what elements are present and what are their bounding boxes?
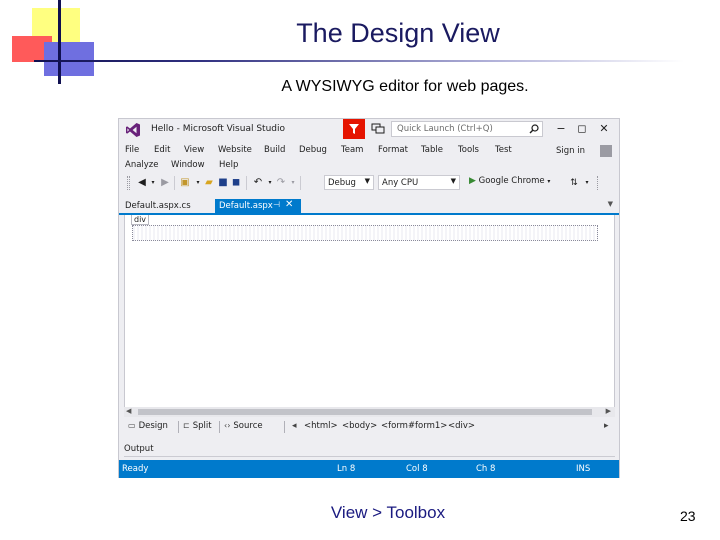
view-mode-bar: ▭ Design ⊏ Split ‹› Source ◂ <html> <body> … <box>124 419 615 435</box>
menu-tools[interactable]: Tools <box>458 145 479 155</box>
undo-icon[interactable]: ↶ <box>252 177 264 189</box>
menu-debug[interactable]: Debug <box>299 145 327 155</box>
tab-list-dropdown-icon[interactable]: ▼ <box>608 200 613 208</box>
browser-link-icon[interactable]: ⇅ <box>568 177 580 189</box>
slide-page-number: 23 <box>680 508 696 524</box>
menu-website[interactable]: Website <box>218 145 252 155</box>
split-view-button[interactable]: ⊏ Split <box>183 421 212 431</box>
funnel-icon <box>349 124 359 134</box>
source-label: Source <box>233 421 263 431</box>
quick-launch-input[interactable]: Quick Launch (Ctrl+Q) <box>391 121 543 137</box>
menu-edit[interactable]: Edit <box>154 145 170 155</box>
window-title: Hello - Microsoft Visual Studio <box>151 124 285 134</box>
tab-label: Default.aspx <box>219 201 273 211</box>
redo-icon[interactable]: ↷ <box>275 177 287 189</box>
breadcrumb-html[interactable]: <html> <box>304 421 338 431</box>
menu-build[interactable]: Build <box>264 145 285 155</box>
search-icon <box>529 124 539 134</box>
platform-value: Any CPU <box>382 178 419 188</box>
breadcrumb-body[interactable]: <body> <box>342 421 377 431</box>
notifications-filter-button[interactable] <box>343 119 365 139</box>
chevron-down-icon: ▼ <box>364 177 370 185</box>
account-icon[interactable] <box>600 145 612 157</box>
status-ready: Ready <box>122 464 149 474</box>
minimize-button[interactable]: − <box>554 122 568 136</box>
breadcrumb-div[interactable]: <div> <box>448 421 475 431</box>
menu-help[interactable]: Help <box>219 160 238 170</box>
close-tab-icon[interactable]: ✕ <box>285 199 293 210</box>
visual-studio-logo-icon <box>126 123 140 137</box>
scroll-left-icon[interactable]: ◀ <box>126 407 131 415</box>
source-view-button[interactable]: ‹› Source <box>224 421 263 431</box>
title-bar: Hello - Microsoft Visual Studio Quick La… <box>119 119 619 141</box>
start-debugging-button[interactable]: ▶ Google Chrome ▾ <box>469 176 550 186</box>
div-tag-label[interactable]: div <box>131 215 150 225</box>
quick-launch-placeholder: Quick Launch (Ctrl+Q) <box>397 124 493 134</box>
sign-in-link[interactable]: Sign in <box>556 146 585 156</box>
menu-test[interactable]: Test <box>495 145 512 155</box>
split-icon: ⊏ <box>183 421 190 430</box>
menu-bar: File Edit View Website Build Debug Team … <box>119 143 619 173</box>
menu-table[interactable]: Table <box>421 145 443 155</box>
navigate-forward-icon[interactable]: ▶ <box>159 177 171 189</box>
slide-subtitle: A WYSIWYG editor for web pages. <box>281 78 529 95</box>
split-label: Split <box>192 421 212 431</box>
breadcrumb-previous-icon[interactable]: ◂ <box>292 421 297 431</box>
visual-studio-window: Hello - Microsoft Visual Studio Quick La… <box>118 118 620 478</box>
document-tabs: Default.aspx.cs Default.aspx ⊣ ✕ ▼ <box>119 199 619 213</box>
feedback-icon[interactable] <box>371 123 385 135</box>
output-panel-title[interactable]: Output <box>124 444 154 454</box>
status-line: Ln 8 <box>337 464 356 474</box>
scroll-right-icon[interactable]: ▶ <box>606 407 611 415</box>
slide-caption: View > Toolbox <box>330 503 446 522</box>
horizontal-scrollbar[interactable]: ◀ ▶ <box>124 407 615 417</box>
platform-select[interactable]: Any CPU ▼ <box>378 175 460 190</box>
chevron-down-icon: ▼ <box>450 177 456 185</box>
status-column: Col 8 <box>406 464 428 474</box>
new-project-icon[interactable]: ▣ <box>179 177 191 189</box>
div-element-box[interactable] <box>132 225 598 241</box>
menu-team[interactable]: Team <box>341 145 363 155</box>
restore-button[interactable]: ◻ <box>575 122 589 136</box>
pin-icon[interactable]: ⊣ <box>273 200 280 209</box>
status-bar: Ready Ln 8 Col 8 Ch 8 INS <box>119 460 619 478</box>
browser-link-dropdown-icon[interactable]: ▾ <box>581 177 593 189</box>
slide-title: The Design View <box>296 18 500 48</box>
menu-format[interactable]: Format <box>378 145 408 155</box>
status-char: Ch 8 <box>476 464 496 474</box>
save-all-icon[interactable]: ◼ <box>230 177 242 189</box>
breadcrumb-next-icon[interactable]: ▸ <box>604 421 609 431</box>
toolbar-overflow[interactable] <box>597 176 600 190</box>
play-icon: ▶ <box>469 176 476 186</box>
output-panel-divider <box>124 456 615 457</box>
decor-horizontal-line <box>34 60 684 62</box>
scrollbar-thumb[interactable] <box>138 409 592 415</box>
standard-toolbar: ◀ ▾ ▶ ▣ ▾ ▰ ■ ◼ ↶ ▾ ↷ ▾ Debug ▼ Any CPU … <box>119 173 619 193</box>
source-icon: ‹› <box>224 421 231 430</box>
open-folder-icon[interactable]: ▰ <box>203 177 215 189</box>
redo-dropdown-icon[interactable]: ▾ <box>287 177 299 189</box>
run-target-label: Google Chrome <box>478 176 545 186</box>
configuration-value: Debug <box>328 178 356 188</box>
close-button[interactable]: ✕ <box>597 122 611 136</box>
chevron-down-icon: ▾ <box>547 178 551 185</box>
menu-file[interactable]: File <box>125 145 139 155</box>
tab-default-aspx-cs[interactable]: Default.aspx.cs <box>125 201 191 211</box>
design-icon: ▭ <box>128 421 136 430</box>
breadcrumb-form[interactable]: <form#form1> <box>381 421 447 431</box>
menu-window[interactable]: Window <box>171 160 205 170</box>
configuration-select[interactable]: Debug ▼ <box>324 175 374 190</box>
back-dropdown-icon[interactable]: ▾ <box>147 177 159 189</box>
design-view-button[interactable]: ▭ Design <box>128 421 168 431</box>
design-label: Design <box>138 421 168 431</box>
menu-view[interactable]: View <box>184 145 204 155</box>
toolbar-grip[interactable] <box>127 176 130 190</box>
menu-analyze[interactable]: Analyze <box>125 160 159 170</box>
design-surface[interactable]: div <box>124 215 615 407</box>
status-insert-mode: INS <box>576 464 591 474</box>
tab-default-aspx[interactable]: Default.aspx ⊣ ✕ <box>215 199 301 213</box>
save-icon[interactable]: ■ <box>217 177 229 189</box>
